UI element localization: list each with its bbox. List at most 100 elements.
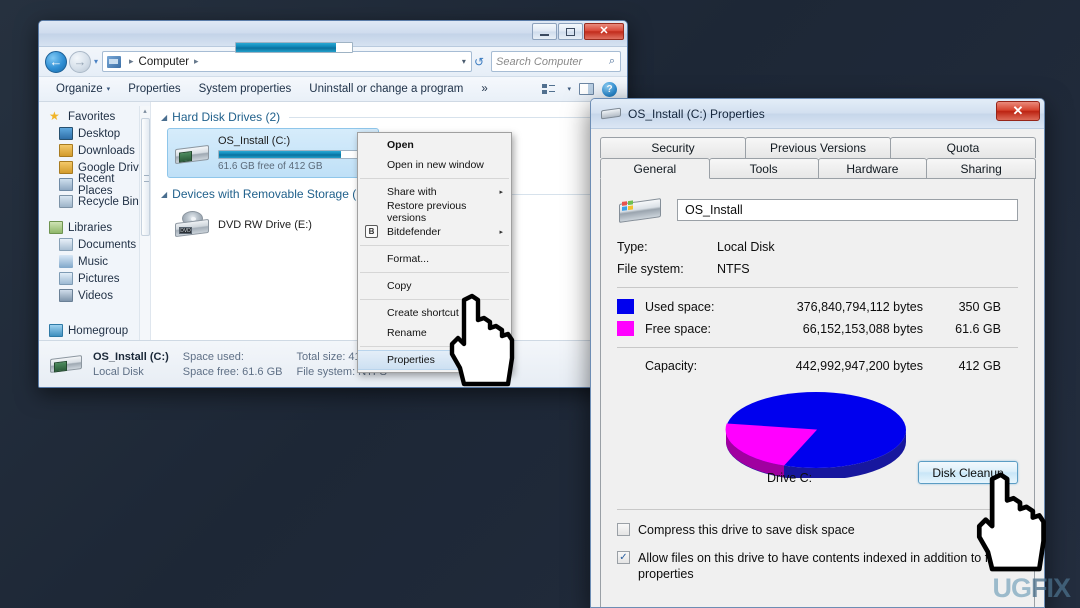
minimize-button[interactable]	[532, 23, 557, 40]
sidebar-item-downloads[interactable]: Downloads	[39, 142, 150, 159]
toolbar-properties-button[interactable]: Properties	[119, 79, 189, 100]
breadcrumb-separator-icon[interactable]: ▸	[194, 56, 199, 67]
tab-sharing[interactable]: Sharing	[926, 158, 1036, 179]
search-input[interactable]: Search Computer ⌕	[491, 51, 621, 72]
status-details-grid: OS_Install (C:) Space used: Total size: …	[93, 351, 387, 378]
collapse-triangle-icon[interactable]: ◢	[161, 113, 167, 122]
sidebar-group-favorites[interactable]: ★ Favorites	[39, 108, 150, 125]
change-view-icon[interactable]	[542, 83, 556, 95]
history-dropdown-caret-icon[interactable]: ▾	[94, 57, 98, 66]
group-header-hard-disk-drives[interactable]: ◢ Hard Disk Drives (2)	[161, 110, 627, 124]
compress-drive-checkbox[interactable]	[617, 523, 630, 536]
homegroup-icon	[49, 324, 63, 337]
help-glyph: ?	[606, 83, 613, 95]
address-bar[interactable]: ▸ Computer ▸ ▾	[102, 51, 472, 72]
sidebar-group-homegroup-label: Homegroup	[68, 324, 129, 337]
index-contents-checkbox[interactable]: ✓	[617, 551, 630, 564]
capacity-gb: 412 GB	[958, 359, 1001, 373]
folder-icon	[59, 161, 73, 174]
volume-label-input[interactable]: OS_Install	[677, 199, 1018, 221]
capacity-label: Capacity:	[645, 359, 698, 373]
sidebar-item-music-label: Music	[78, 255, 109, 268]
forward-button[interactable]: →	[69, 50, 91, 73]
sidebar-item-desktop[interactable]: Desktop	[39, 125, 150, 142]
status-hard-drive-icon	[49, 351, 83, 377]
sidebar-group-libraries[interactable]: Libraries	[39, 219, 150, 236]
drive-item-dvd-rw[interactable]: DVD DVD RW Drive (E:)	[167, 205, 379, 245]
back-arrow-icon: ←	[49, 54, 63, 69]
recent-places-icon	[59, 178, 73, 191]
navigation-pane[interactable]: ★ Favorites Desktop Downloads Google Dri…	[39, 102, 151, 340]
sidebar-item-music[interactable]: Music	[39, 253, 150, 270]
tab-hardware[interactable]: Hardware	[817, 158, 928, 179]
navigation-pane-scrollbar[interactable]: ▴	[139, 106, 150, 340]
sidebar-item-recycle-bin[interactable]: Recycle Bin	[39, 193, 150, 210]
sidebar-group-homegroup[interactable]: Homegroup	[39, 322, 150, 339]
status-space-used-label: Space used:	[182, 350, 244, 363]
view-chevron-down-icon[interactable]: ▾	[567, 85, 571, 93]
legend-free-space: Free space: 66,152,153,088 bytes 61.6 GB	[617, 321, 1018, 336]
properties-tab-strip: Security Previous Versions Quota General…	[600, 137, 1036, 179]
context-menu-item-restore-previous-versions[interactable]: Restore previous versions	[358, 200, 511, 224]
properties-tabs-row-top: Security Previous Versions Quota	[600, 137, 1036, 158]
breadcrumb-computer[interactable]: Computer	[139, 56, 190, 68]
maximize-button[interactable]	[558, 23, 583, 40]
collapse-triangle-icon[interactable]: ◢	[161, 190, 167, 199]
context-menu-item-properties-label: Properties	[387, 354, 435, 366]
context-menu-item-share-with-label: Share with	[387, 186, 437, 198]
properties-close-button[interactable]: ✕	[996, 101, 1040, 121]
help-icon[interactable]: ?	[602, 81, 617, 97]
index-contents-checkbox-row[interactable]: ✓ Allow files on this drive to have cont…	[617, 550, 1018, 582]
context-menu-item-bitdefender[interactable]: B Bitdefender ▸	[358, 222, 511, 242]
close-button[interactable]: ✕	[584, 23, 624, 40]
close-icon: ✕	[1012, 103, 1024, 118]
sidebar-group-libraries-label: Libraries	[68, 221, 113, 234]
toolbar-organize-button[interactable]: Organize ▾	[47, 79, 119, 100]
tab-quota[interactable]: Quota	[890, 137, 1036, 158]
field-file-system-label: File system:	[617, 262, 684, 276]
drive-capacity-fill	[219, 151, 342, 158]
sidebar-item-videos[interactable]: Videos	[39, 287, 150, 304]
scrollbar-thumb[interactable]	[141, 118, 150, 236]
windows-explorer-window[interactable]: ✕ ← → ▾ ▸ Computer ▸ ▾ ↺ Search Computer…	[38, 20, 628, 388]
compress-drive-checkbox-row[interactable]: Compress this drive to save disk space	[617, 522, 1018, 538]
context-menu-item-open[interactable]: Open	[358, 135, 511, 155]
drive-item-os-install[interactable]: OS_Install (C:) 61.6 GB free of 412 GB	[167, 128, 379, 178]
properties-dialog-titlebar[interactable]: OS_Install (C:) Properties ✕	[591, 99, 1044, 129]
tab-previous-versions[interactable]: Previous Versions	[745, 137, 891, 158]
toolbar-uninstall-button[interactable]: Uninstall or change a program	[300, 79, 472, 100]
submenu-arrow-icon: ▸	[499, 229, 503, 236]
tab-quota-label: Quota	[946, 141, 980, 155]
sidebar-item-recent-places[interactable]: Recent Places	[39, 173, 150, 197]
tab-security[interactable]: Security	[600, 137, 746, 158]
context-menu-item-format[interactable]: Format...	[358, 249, 511, 269]
context-menu-item-open-in-new-window[interactable]: Open in new window	[358, 155, 511, 175]
dvd-badge: DVD	[179, 227, 192, 234]
used-space-label: Used space:	[645, 299, 715, 314]
sidebar-item-documents[interactable]: Documents	[39, 236, 150, 253]
divider	[617, 287, 1018, 288]
preview-pane-icon[interactable]	[579, 83, 594, 95]
scroll-up-icon[interactable]: ▴	[140, 106, 150, 117]
tab-tools[interactable]: Tools	[708, 158, 819, 179]
index-contents-label: Allow files on this drive to have conten…	[638, 551, 1001, 581]
field-file-system-value: NTFS	[717, 262, 750, 276]
minimize-icon	[540, 33, 549, 36]
status-space-used-fill	[236, 43, 336, 52]
sidebar-item-pictures[interactable]: Pictures	[39, 270, 150, 287]
refresh-icon[interactable]: ↺	[474, 55, 484, 69]
hard-drive-icon	[617, 193, 663, 227]
context-menu-item-share-with[interactable]: Share with ▸	[358, 182, 511, 202]
chevron-down-icon: ▾	[106, 86, 111, 93]
address-dropdown-caret-icon[interactable]: ▾	[462, 57, 466, 66]
tab-general[interactable]: General	[600, 158, 710, 179]
field-file-system: File system: NTFS	[617, 262, 1018, 276]
toolbar-system-properties-button[interactable]: System properties	[190, 79, 301, 100]
toolbar-overflow-button[interactable]: »	[472, 79, 496, 100]
capacity-bytes: 442,992,947,200 bytes	[795, 359, 923, 373]
sidebar-item-recycle-bin-label: Recycle Bin	[78, 195, 139, 208]
back-button[interactable]: ←	[45, 50, 67, 73]
windows-flag-icon	[622, 200, 635, 213]
mouse-cursor-hand-explorer	[448, 292, 532, 392]
drive-capacity-bar	[218, 150, 364, 159]
